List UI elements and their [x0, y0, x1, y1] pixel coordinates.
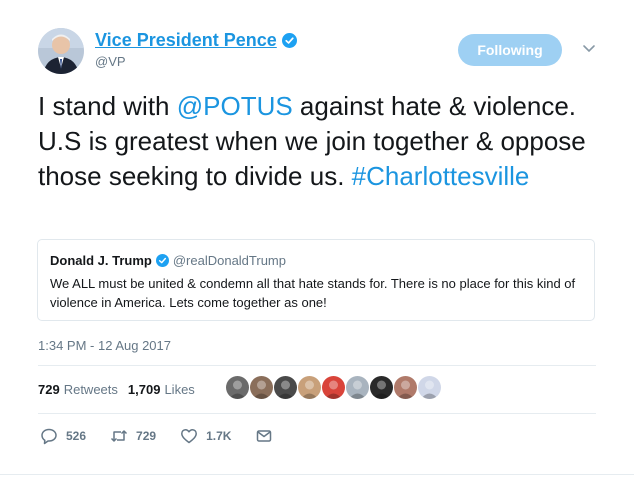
- mention-link[interactable]: @POTUS: [177, 91, 293, 121]
- retweet-count: 729: [136, 429, 157, 443]
- reply-button[interactable]: 526: [40, 427, 86, 445]
- divider: [0, 474, 634, 475]
- chevron-down-icon[interactable]: [582, 44, 596, 54]
- likes-stat[interactable]: 1,709 Likes: [128, 382, 195, 397]
- liker-avatar[interactable]: [418, 376, 441, 399]
- tweet-timestamp[interactable]: 1:34 PM - 12 Aug 2017: [38, 338, 171, 353]
- retweet-icon: [111, 430, 128, 442]
- liker-avatar[interactable]: [250, 376, 273, 399]
- author-name-row: Vice President Pence: [95, 30, 297, 51]
- liker-avatar[interactable]: [322, 376, 345, 399]
- retweet-button[interactable]: 729: [110, 427, 156, 445]
- likes-label: Likes: [164, 382, 195, 397]
- tweet-actions: 526 729 1.7K: [40, 427, 297, 445]
- verified-badge-icon: [281, 33, 297, 48]
- retweets-count: 729: [38, 382, 60, 397]
- liker-avatar[interactable]: [394, 376, 417, 399]
- quoted-tweet-card[interactable]: Donald J. Trump @realDonaldTrump We ALL …: [37, 239, 595, 321]
- envelope-icon: [257, 430, 272, 442]
- liker-avatar[interactable]: [226, 376, 249, 399]
- liker-avatar[interactable]: [370, 376, 393, 399]
- like-count: 1.7K: [206, 429, 232, 443]
- tweet-text-part1: I stand with: [38, 91, 177, 121]
- liker-avatar[interactable]: [346, 376, 369, 399]
- tweet-text: I stand with @POTUS against hate & viole…: [38, 89, 608, 194]
- divider: [38, 413, 596, 414]
- reply-count: 526: [66, 429, 87, 443]
- liker-avatar[interactable]: [274, 376, 297, 399]
- liker-avatar[interactable]: [298, 376, 321, 399]
- heart-icon: [181, 428, 198, 444]
- reply-icon: [41, 428, 57, 445]
- hashtag-link[interactable]: #Charlottesville: [352, 161, 530, 191]
- verified-badge-icon: [155, 254, 169, 267]
- author-display-name[interactable]: Vice President Pence: [95, 30, 277, 51]
- engagement-stats: 729 Retweets 1,709 Likes: [38, 382, 195, 397]
- liker-avatars: [226, 376, 441, 399]
- following-button[interactable]: Following: [458, 34, 562, 66]
- author-handle[interactable]: @VP: [95, 54, 126, 69]
- quoted-tweet-text: We ALL must be united & condemn all that…: [50, 276, 576, 310]
- retweets-label: Retweets: [63, 382, 118, 397]
- quoted-author-handle: @realDonaldTrump: [172, 253, 286, 268]
- quoted-tweet-header: Donald J. Trump @realDonaldTrump: [50, 253, 286, 268]
- quoted-author-name: Donald J. Trump: [50, 253, 152, 268]
- divider: [38, 365, 596, 366]
- author-avatar[interactable]: [38, 28, 84, 74]
- likes-count: 1,709: [127, 382, 161, 397]
- like-button[interactable]: 1.7K: [180, 427, 231, 445]
- retweets-stat[interactable]: 729 Retweets: [38, 382, 118, 397]
- direct-message-button[interactable]: [255, 427, 273, 445]
